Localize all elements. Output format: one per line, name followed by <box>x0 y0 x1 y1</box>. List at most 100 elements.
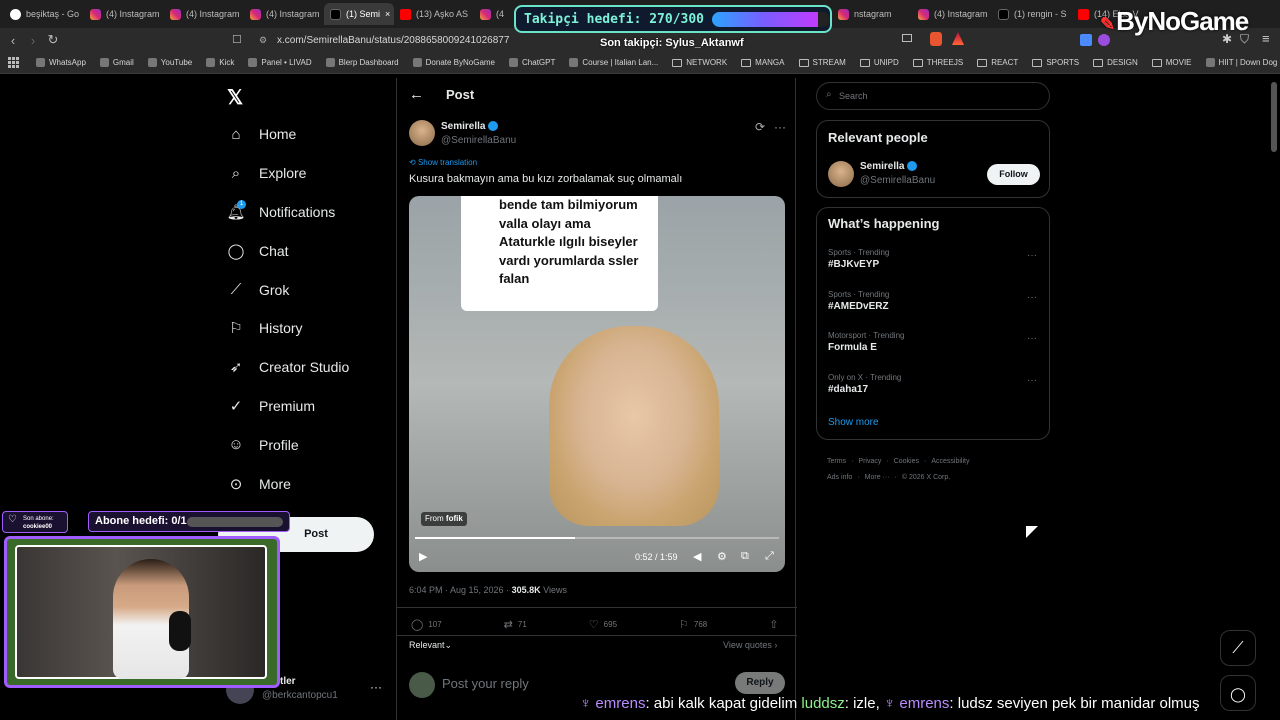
nav-item-history[interactable]: ⚐ History <box>220 309 390 348</box>
bookmark-folder[interactable]: DESIGN <box>1093 58 1138 67</box>
bookmark-item[interactable]: Donate ByNoGame <box>412 58 495 67</box>
trend-more-icon[interactable]: ··· <box>1027 375 1037 386</box>
bookmark-item[interactable]: Course | Italian Lan... <box>569 58 658 67</box>
author-avatar[interactable] <box>409 120 435 146</box>
nav-item-premium[interactable]: ✓ Premium <box>220 387 390 426</box>
bookmark-folder[interactable]: THREEJS <box>912 58 963 67</box>
footer-link[interactable]: Privacy <box>858 458 881 465</box>
browser-tab[interactable]: (4) Instagram <box>244 3 324 25</box>
browser-tab[interactable]: nstagram <box>832 3 912 25</box>
video-progress-track[interactable] <box>415 537 779 539</box>
trend-item[interactable]: Sports · Trending #AMEDvERZ ··· <box>817 286 1049 328</box>
footer-link[interactable]: Terms <box>827 458 846 465</box>
grok-explain-icon[interactable]: ⟳ <box>755 120 765 134</box>
x-logo-icon[interactable]: 𝕏 <box>227 85 243 110</box>
cast-icon[interactable] <box>902 34 912 42</box>
site-info-icon[interactable]: ⚙ <box>259 32 267 49</box>
view-quotes-link[interactable]: View quotes › <box>723 640 777 650</box>
nav-item-profile[interactable]: ☺ Profile <box>220 425 390 464</box>
post-more-icon[interactable]: ··· <box>774 120 786 134</box>
trend-more-icon[interactable]: ··· <box>1027 292 1037 303</box>
trend-item[interactable]: Sports · Trending #BJKvEYP ··· <box>817 244 1049 286</box>
pip-icon[interactable]: ⧉ <box>741 550 749 563</box>
account-menu-icon[interactable]: ··· <box>370 680 382 694</box>
page-scrollbar[interactable] <box>1271 82 1277 152</box>
nav-item-creator-studio[interactable]: ➶ Creator Studio <box>220 348 390 387</box>
trend-more-icon[interactable]: ··· <box>1027 250 1037 261</box>
grok-float-button[interactable]: ⟋ <box>1220 630 1256 666</box>
nav-item-grok[interactable]: ⟋ Grok <box>220 270 390 309</box>
browser-tab[interactable]: beşiktaş - Go <box>4 3 84 25</box>
bookmark-folder[interactable]: UNIPD <box>859 58 899 67</box>
bookmark-item[interactable]: YouTube <box>147 58 192 67</box>
reply-input[interactable]: Post your reply <box>442 676 529 691</box>
sort-replies-dropdown[interactable]: Relevant⌄ <box>409 640 452 651</box>
back-icon[interactable]: ‹ <box>3 33 23 48</box>
bookmark-button[interactable]: ⚐ 768 <box>679 618 707 631</box>
footer-link[interactable]: Cookies <box>894 458 919 465</box>
bookmark-item[interactable]: WhatsApp <box>36 58 86 67</box>
post-timestamp[interactable]: 6:04 PM · Aug 15, 2026 · <box>409 585 509 595</box>
footer-link[interactable]: © 2026 X Corp. <box>902 474 950 481</box>
apps-grid-icon[interactable] <box>8 57 19 68</box>
bookmark-item[interactable]: Gmail <box>99 58 134 67</box>
bookmark-item[interactable]: Blerp Dashboard <box>325 58 399 67</box>
bookmark-folder[interactable]: NETWORK <box>672 58 727 67</box>
person-avatar[interactable] <box>828 161 854 187</box>
like-button[interactable]: ♡ 695 <box>589 618 617 631</box>
bookmark-folder[interactable]: REACT <box>977 58 1018 67</box>
nav-item-more[interactable]: ⊙ More <box>220 464 390 503</box>
forward-icon[interactable]: › <box>23 33 43 48</box>
bookmark-item[interactable]: HIIT | Down Dog <box>1205 58 1277 67</box>
footer-link[interactable]: Ads info <box>827 474 852 481</box>
volume-icon[interactable]: ◀ <box>693 550 701 563</box>
fullscreen-icon[interactable]: ⤢ <box>765 550 774 563</box>
bookmark-page-icon[interactable]: ☐ <box>232 33 242 46</box>
messages-float-button[interactable]: ◯ <box>1220 675 1256 711</box>
bookmark-item[interactable]: ChatGPT <box>509 58 555 67</box>
back-arrow-icon[interactable]: ← <box>409 86 424 103</box>
browser-tab[interactable]: (1) Semi × <box>324 3 394 25</box>
trend-item[interactable]: Motorsport · Trending Formula E ··· <box>817 327 1049 369</box>
menu-icon[interactable]: ≡ <box>1262 31 1270 46</box>
trend-more-icon[interactable]: ··· <box>1027 333 1037 344</box>
author-handle[interactable]: @SemirellaBanu <box>441 135 516 146</box>
video-source-badge[interactable]: From fofik <box>421 512 467 526</box>
close-tab-icon[interactable]: × <box>385 9 390 19</box>
brave-shield-icon[interactable] <box>930 32 942 46</box>
brave-rewards-icon[interactable] <box>952 32 964 45</box>
bookmark-item[interactable]: Kick <box>206 58 234 67</box>
reply-button[interactable]: ◯ 107 <box>411 618 442 631</box>
nav-item-notifications[interactable]: 🔔︎ 1 Notifications <box>220 193 390 232</box>
bookmark-folder[interactable]: MANGA <box>741 58 785 67</box>
browser-tab[interactable]: (4) Instagram <box>84 3 164 25</box>
play-icon[interactable]: ▶ <box>419 550 427 563</box>
nav-item-explore[interactable]: ⌕ Explore <box>220 154 390 193</box>
author-name[interactable]: Semirella <box>441 121 499 132</box>
search-input[interactable]: ⌕ Search <box>816 82 1050 110</box>
footer-link[interactable]: More ··· <box>865 474 890 481</box>
video-player[interactable]: bende tam bilmiyorum valla olayı ama Ata… <box>409 196 785 572</box>
nav-item-chat[interactable]: ◯ Chat <box>220 231 390 270</box>
reload-icon[interactable]: ↻ <box>43 32 63 48</box>
url-field[interactable]: ⚙ x.com/SemirellaBanu/status/20886580092… <box>255 32 905 49</box>
browser-tab[interactable]: (4) Instagram <box>912 3 992 25</box>
show-translation-link[interactable]: ⟲ Show translation <box>409 158 477 167</box>
browser-tab[interactable]: (1) rengin - S <box>992 3 1072 25</box>
browser-tab[interactable]: (4) Instagram <box>164 3 244 25</box>
follow-button[interactable]: Follow <box>987 164 1040 185</box>
show-more-link[interactable]: Show more <box>828 417 879 428</box>
person-name[interactable]: Semirella <box>860 161 918 172</box>
bookmark-item[interactable]: Panel • LIVAD <box>248 58 312 67</box>
bookmark-folder[interactable]: STREAM <box>798 58 846 67</box>
bookmark-folder[interactable]: SPORTS <box>1032 58 1079 67</box>
extension-icon[interactable] <box>1080 34 1092 46</box>
browser-tab[interactable]: (13) Aşko AS <box>394 3 474 25</box>
footer-link[interactable]: Accessibility <box>931 458 969 465</box>
trend-item[interactable]: Only on X · Trending #daha17 ··· <box>817 369 1049 411</box>
reply-submit-button[interactable]: Reply <box>735 672 785 694</box>
settings-gear-icon[interactable]: ⚙ <box>717 550 727 563</box>
repost-button[interactable]: ⇄ 71 <box>504 618 527 631</box>
bookmark-folder[interactable]: MOVIE <box>1151 58 1192 67</box>
nav-item-home[interactable]: ⌂ Home <box>220 115 390 154</box>
